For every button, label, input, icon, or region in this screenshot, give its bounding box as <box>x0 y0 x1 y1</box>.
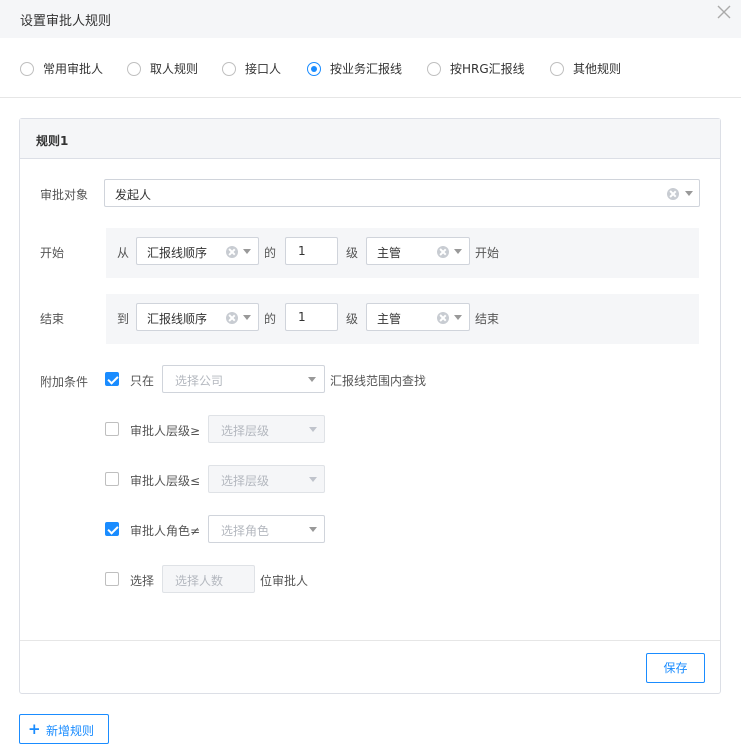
tab-hrg-line[interactable]: 按HRG汇报线 <box>427 60 525 77</box>
start-label: 开始 <box>40 246 65 260</box>
tab-business-line[interactable]: 按业务汇报线 <box>307 60 402 77</box>
start-role-value: 主管 <box>377 246 402 260</box>
target-value: 发起人 <box>115 188 152 202</box>
chevron-down-icon <box>243 249 251 254</box>
chevron-down-icon <box>243 315 251 320</box>
level-le-checkbox[interactable] <box>105 472 119 486</box>
choose-count-suffix: 位审批人 <box>260 574 309 588</box>
radio-icon[interactable] <box>427 61 441 76</box>
save-button[interactable]: 保存 <box>646 653 705 683</box>
level-le-label: 审批人层级≤ <box>130 474 201 488</box>
radio-icon[interactable] <box>127 61 141 76</box>
end-line-value: 汇报线顺序 <box>147 312 208 326</box>
tab-label: 接口人 <box>245 62 282 76</box>
add-rule-button[interactable]: + 新增规则 <box>19 714 109 744</box>
chevron-down-icon <box>309 427 317 432</box>
tab-other-rules[interactable]: 其他规则 <box>550 60 621 77</box>
end-line-select[interactable]: 汇报线顺序 <box>136 303 259 331</box>
level-ge-select[interactable]: 选择层级 <box>208 415 325 443</box>
tab-pick-rule[interactable]: 取人规则 <box>127 60 198 77</box>
end-prefix: 到 <box>117 312 130 326</box>
role-ne-placeholder: 选择角色 <box>221 524 270 538</box>
level-ge-placeholder: 选择层级 <box>221 424 270 438</box>
start-level-value: 1 <box>298 244 306 258</box>
close-icon[interactable] <box>715 3 733 21</box>
add-rule-label: 新增规则 <box>46 724 95 738</box>
clear-icon[interactable] <box>226 312 238 324</box>
end-label: 结束 <box>40 312 65 326</box>
choose-count-label: 选择 <box>130 574 155 588</box>
approver-count-placeholder: 选择人数 <box>175 574 224 588</box>
chevron-down-icon <box>454 315 462 320</box>
tab-label: 取人规则 <box>150 62 199 76</box>
end-level-unit: 级 <box>346 312 359 326</box>
end-level-value: 1 <box>298 310 306 324</box>
start-of: 的 <box>264 246 277 260</box>
role-ne-checkbox[interactable] <box>105 522 119 536</box>
choose-count-checkbox[interactable] <box>105 572 119 586</box>
rule-type-tabs: 常用审批人 取人规则 接口人 按业务汇报线 按HRG汇报线 其他规则 <box>0 38 741 98</box>
clear-icon[interactable] <box>437 312 449 324</box>
role-ne-label: 审批人角色≠ <box>130 524 201 538</box>
level-le-select[interactable]: 选择层级 <box>208 465 325 493</box>
dialog-header: 设置审批人规则 <box>0 0 741 38</box>
end-role-select[interactable]: 主管 <box>366 303 470 331</box>
only-company-suffix: 汇报线范围内查找 <box>330 374 427 388</box>
role-ne-select[interactable]: 选择角色 <box>208 515 325 543</box>
start-role-select[interactable]: 主管 <box>366 237 470 265</box>
end-suffix: 结束 <box>475 312 500 326</box>
rule-panel-footer <box>20 640 720 693</box>
radio-icon[interactable] <box>20 61 34 76</box>
tab-label: 按业务汇报线 <box>330 62 403 76</box>
target-select[interactable]: 发起人 <box>104 179 700 207</box>
radio-selected-icon[interactable] <box>307 61 321 76</box>
end-of: 的 <box>264 312 277 326</box>
chevron-down-icon <box>309 527 317 532</box>
end-role-value: 主管 <box>377 312 402 326</box>
clear-icon[interactable] <box>667 188 679 200</box>
start-line-value: 汇报线顺序 <box>147 246 208 260</box>
chevron-down-icon <box>685 191 693 196</box>
start-line-select[interactable]: 汇报线顺序 <box>136 237 259 265</box>
start-level-input[interactable]: 1 <box>285 237 338 265</box>
clear-icon[interactable] <box>226 246 238 258</box>
company-placeholder: 选择公司 <box>175 374 224 388</box>
rule-title: 规则1 <box>36 134 69 148</box>
level-ge-label: 审批人层级≥ <box>130 424 201 438</box>
tab-label: 其他规则 <box>573 62 622 76</box>
chevron-down-icon <box>309 477 317 482</box>
approver-count-input[interactable]: 选择人数 <box>162 565 255 593</box>
chevron-down-icon <box>308 377 316 382</box>
conditions-label: 附加条件 <box>40 375 89 389</box>
clear-icon[interactable] <box>437 246 449 258</box>
company-select[interactable]: 选择公司 <box>162 365 325 393</box>
only-company-label: 只在 <box>130 374 155 388</box>
chevron-down-icon <box>454 249 462 254</box>
tab-label: 常用审批人 <box>43 62 104 76</box>
dialog-title: 设置审批人规则 <box>20 14 112 29</box>
start-prefix: 从 <box>117 246 130 260</box>
level-ge-checkbox[interactable] <box>105 422 119 436</box>
radio-icon[interactable] <box>550 61 564 76</box>
plus-icon: + <box>28 720 41 738</box>
start-suffix: 开始 <box>475 246 500 260</box>
tab-interface-person[interactable]: 接口人 <box>222 60 281 77</box>
rule-panel-header: 规则1 <box>20 119 720 159</box>
only-company-checkbox[interactable] <box>105 372 119 386</box>
tab-common-approver[interactable]: 常用审批人 <box>20 60 103 77</box>
end-level-input[interactable]: 1 <box>285 303 338 331</box>
level-le-placeholder: 选择层级 <box>221 474 270 488</box>
tab-label: 按HRG汇报线 <box>450 62 525 76</box>
start-level-unit: 级 <box>346 246 359 260</box>
target-label: 审批对象 <box>40 188 89 202</box>
radio-icon[interactable] <box>222 61 236 76</box>
